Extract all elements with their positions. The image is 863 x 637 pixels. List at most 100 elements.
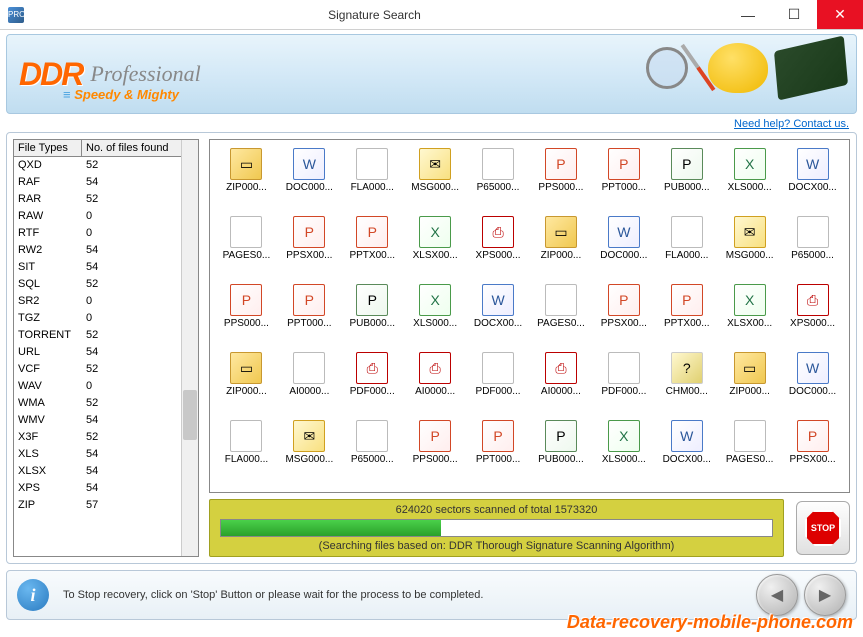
cell-filetype: XLS <box>18 446 86 463</box>
list-item[interactable]: PPPS000... <box>531 148 592 214</box>
list-item[interactable]: ▭ZIP000... <box>216 148 277 214</box>
doc-file-icon: W <box>608 216 640 248</box>
minimize-button[interactable]: — <box>725 0 771 29</box>
list-item[interactable]: PPPSX00... <box>279 216 340 282</box>
list-item[interactable]: FLA000... <box>656 216 717 282</box>
list-item[interactable]: PPPS000... <box>405 420 466 486</box>
ppt-file-icon: P <box>356 216 388 248</box>
column-header-filetypes[interactable]: File Types <box>14 140 82 156</box>
list-item[interactable]: ⎙XPS000... <box>468 216 529 282</box>
list-item[interactable]: PPPS000... <box>216 284 277 350</box>
list-item[interactable]: XXLS000... <box>405 284 466 350</box>
table-row[interactable]: TGZ0 <box>14 310 181 327</box>
list-item[interactable]: WDOCX00... <box>468 284 529 350</box>
list-item[interactable]: PAGES0... <box>719 420 780 486</box>
cell-count: 54 <box>86 480 98 497</box>
list-item[interactable]: ✉MSG000... <box>405 148 466 214</box>
list-item[interactable]: PPUB000... <box>342 284 403 350</box>
list-item[interactable]: PPPTX00... <box>656 284 717 350</box>
table-row[interactable]: XLS54 <box>14 446 181 463</box>
list-item[interactable]: PPUB000... <box>531 420 592 486</box>
file-label: PPS000... <box>413 454 458 465</box>
scrollbar-thumb[interactable] <box>183 390 197 440</box>
column-header-count[interactable]: No. of files found <box>82 140 181 156</box>
list-item[interactable]: PPPSX00... <box>782 420 843 486</box>
table-row[interactable]: VCF52 <box>14 361 181 378</box>
list-item[interactable]: ✉MSG000... <box>719 216 780 282</box>
list-item[interactable]: FLA000... <box>342 148 403 214</box>
table-row[interactable]: RTF0 <box>14 225 181 242</box>
list-item[interactable]: P65000... <box>342 420 403 486</box>
list-item[interactable]: P65000... <box>782 216 843 282</box>
list-item[interactable]: ✉MSG000... <box>279 420 340 486</box>
list-item[interactable]: ▭ZIP000... <box>531 216 592 282</box>
close-button[interactable]: ✕ <box>817 0 863 29</box>
back-button[interactable]: ◀ <box>756 574 798 616</box>
cell-filetype: RW2 <box>18 242 86 259</box>
table-row[interactable]: ZIP57 <box>14 497 181 514</box>
list-item[interactable]: ?CHM00... <box>656 352 717 418</box>
table-row[interactable]: X3F52 <box>14 429 181 446</box>
list-item[interactable]: PAGES0... <box>216 216 277 282</box>
table-row[interactable]: RAW0 <box>14 208 181 225</box>
list-item[interactable]: XXLS000... <box>719 148 780 214</box>
table-row[interactable]: RW254 <box>14 242 181 259</box>
list-item[interactable]: PDF000... <box>593 352 654 418</box>
list-item[interactable]: ⎙PDF000... <box>342 352 403 418</box>
list-item[interactable]: XXLSX00... <box>405 216 466 282</box>
list-item[interactable]: ▭ZIP000... <box>719 352 780 418</box>
file-label: PDF000... <box>476 386 521 397</box>
file-label: PPS000... <box>224 318 269 329</box>
list-item[interactable]: PPUB000... <box>656 148 717 214</box>
table-row[interactable]: RAF54 <box>14 174 181 191</box>
table-row[interactable]: SIT54 <box>14 259 181 276</box>
list-item[interactable]: WDOCX00... <box>656 420 717 486</box>
ppt-file-icon: P <box>293 284 325 316</box>
table-row[interactable]: WMA52 <box>14 395 181 412</box>
list-item[interactable]: WDOC000... <box>279 148 340 214</box>
next-button[interactable]: ▶ <box>804 574 846 616</box>
file-label: XLS000... <box>728 182 772 193</box>
list-item[interactable]: ⎙AI0000... <box>405 352 466 418</box>
list-item[interactable]: PPPT000... <box>468 420 529 486</box>
list-item[interactable]: WDOCX00... <box>782 148 843 214</box>
list-item[interactable]: PPPTX00... <box>342 216 403 282</box>
stop-button[interactable]: STOP <box>796 501 850 555</box>
list-item[interactable]: AI0000... <box>279 352 340 418</box>
scrollbar[interactable] <box>181 140 198 556</box>
list-item[interactable]: ⎙AI0000... <box>531 352 592 418</box>
cell-count: 52 <box>86 429 98 446</box>
list-item[interactable]: ▭ZIP000... <box>216 352 277 418</box>
xls-file-icon: X <box>734 284 766 316</box>
list-item[interactable]: PPPT000... <box>593 148 654 214</box>
list-item[interactable]: XXLS000... <box>593 420 654 486</box>
help-link[interactable]: Need help? Contact us. <box>0 114 863 132</box>
list-item[interactable]: PDF000... <box>468 352 529 418</box>
list-item[interactable]: ⎙XPS000... <box>782 284 843 350</box>
recovered-files-grid: ▭ZIP000...WDOC000...FLA000...✉MSG000...P… <box>209 139 850 493</box>
list-item[interactable]: WDOC000... <box>782 352 843 418</box>
list-item[interactable]: XXLSX00... <box>719 284 780 350</box>
table-row[interactable]: WAV0 <box>14 378 181 395</box>
table-row[interactable]: TORRENT52 <box>14 327 181 344</box>
table-row[interactable]: SQL52 <box>14 276 181 293</box>
table-row[interactable]: QXD52 <box>14 157 181 174</box>
file-label: XPS000... <box>790 318 835 329</box>
list-item[interactable]: FLA000... <box>216 420 277 486</box>
table-row[interactable]: URL54 <box>14 344 181 361</box>
maximize-button[interactable]: ☐ <box>771 0 817 29</box>
table-row[interactable]: WMV54 <box>14 412 181 429</box>
list-item[interactable]: P65000... <box>468 148 529 214</box>
table-row[interactable]: XLSX54 <box>14 463 181 480</box>
list-item[interactable]: PPPT000... <box>279 284 340 350</box>
cell-filetype: WMV <box>18 412 86 429</box>
list-item[interactable]: PAGES0... <box>531 284 592 350</box>
table-row[interactable]: RAR52 <box>14 191 181 208</box>
table-row[interactable]: XPS54 <box>14 480 181 497</box>
doc-file-icon: W <box>671 420 703 452</box>
list-item[interactable]: WDOC000... <box>593 216 654 282</box>
list-item[interactable]: PPPSX00... <box>593 284 654 350</box>
table-row[interactable]: SR20 <box>14 293 181 310</box>
cell-filetype: RTF <box>18 225 86 242</box>
cell-count: 0 <box>86 310 92 327</box>
